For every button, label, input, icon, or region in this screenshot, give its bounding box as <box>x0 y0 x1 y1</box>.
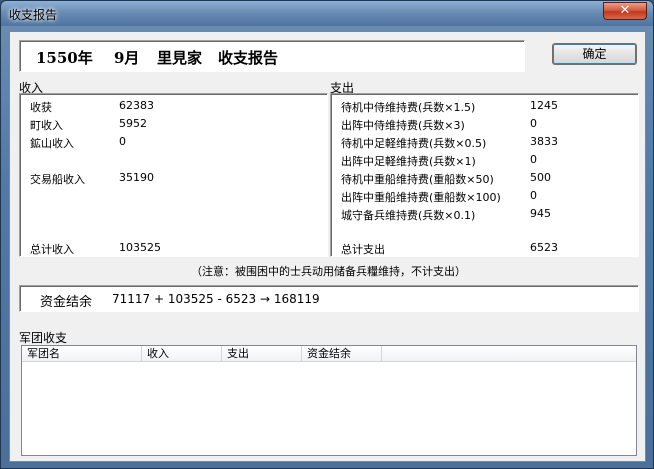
expense-item-value: 0 <box>530 153 537 166</box>
header-month: 9月 <box>114 49 140 67</box>
income-total-value: 103525 <box>119 241 161 254</box>
legion-list-header: 军团名 收入 支出 资金结余 <box>22 346 636 362</box>
income-item-value: 0 <box>119 135 126 148</box>
column-header-expense[interactable]: 支出 <box>222 346 302 362</box>
income-panel: 收获 62383 町收入 5952 鉱山收入 0 交易船收入 35190 总计收… <box>19 93 328 257</box>
income-item-label: 收获 <box>30 101 52 114</box>
expense-item-label: 出阵中足軽维持费(兵数×1) <box>341 155 476 168</box>
report-header: 1550年 9月 里見家 收支报告 <box>19 40 525 72</box>
column-header-income[interactable]: 收入 <box>142 346 222 362</box>
window-title: 收支报告 <box>9 8 58 22</box>
expense-item-label: 出阵中重船维持费(重船数×100) <box>341 191 501 204</box>
ok-button[interactable]: 确定 <box>552 43 637 65</box>
siege-note: （注意：被围困中的士兵动用储备兵糧维持，不计支出） <box>191 265 466 278</box>
column-header-balance[interactable]: 资金结余 <box>302 346 382 362</box>
expense-total-label: 总计支出 <box>341 243 385 256</box>
expense-total-value: 6523 <box>530 241 558 254</box>
income-item-label: 交易船收入 <box>30 173 85 186</box>
expense-item-value: 945 <box>530 207 551 220</box>
legion-list[interactable]: 军团名 收入 支出 资金结余 <box>21 345 637 456</box>
expense-item-label: 出阵中侍维持费(兵数×3) <box>341 119 465 132</box>
expense-item-value: 500 <box>530 171 551 184</box>
income-item-value: 35190 <box>119 171 154 184</box>
column-header-legion-name[interactable]: 军团名 <box>22 346 142 362</box>
header-year: 1550年 <box>36 49 93 67</box>
expense-item-value: 1245 <box>530 99 558 112</box>
income-item-value: 5952 <box>119 117 147 130</box>
balance-box: 资金结余 71117 + 103525 - 6523 → 168119 <box>19 285 639 312</box>
header-report-title: 收支报告 <box>218 49 279 67</box>
title-bar[interactable]: 收支报告 ✕ <box>1 1 653 26</box>
expense-item-label: 待机中侍维持费(兵数×1.5) <box>341 101 476 114</box>
balance-formula: 71117 + 103525 - 6523 → 168119 <box>112 292 320 306</box>
close-icon[interactable]: ✕ <box>603 2 647 20</box>
income-item-value: 62383 <box>119 99 154 112</box>
expense-item-label: 待机中足軽维持费(兵数×0.5) <box>341 137 487 150</box>
balance-label: 资金结余 <box>40 295 93 310</box>
header-clan: 里見家 <box>157 49 203 67</box>
income-total-label: 总计收入 <box>30 243 74 256</box>
expense-item-value: 0 <box>530 189 537 202</box>
expense-item-value: 0 <box>530 117 537 130</box>
expense-item-label: 待机中重船维持费(重船数×50) <box>341 173 494 186</box>
income-item-label: 鉱山收入 <box>30 137 74 150</box>
report-window: 收支报告 ✕ 1550年 9月 里見家 收支报告 确定 收入 收获 62383 … <box>0 0 654 469</box>
dialog-body: 1550年 9月 里見家 收支报告 确定 收入 收获 62383 町收入 595… <box>9 31 646 462</box>
expense-panel: 待机中侍维持费(兵数×1.5) 1245 出阵中侍维持费(兵数×3) 0 待机中… <box>330 93 639 257</box>
expense-item-value: 3833 <box>530 135 558 148</box>
legion-label: 军团收支 <box>19 331 68 345</box>
expense-item-label: 城守备兵维持费(兵数×0.1) <box>341 209 476 222</box>
income-item-label: 町收入 <box>30 119 63 132</box>
